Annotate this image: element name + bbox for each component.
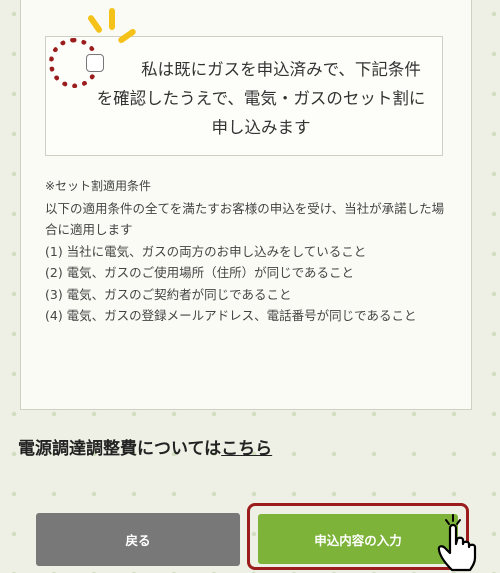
set-discount-conditions: ※セット割適用条件 以下の適用条件の全てを満たすお客様の申込を受け、当社が承諾し… [45,176,455,327]
hand-pointer-icon [437,514,477,572]
consent-label: 私は既にガスを申込済みで、下記条件を確認したうえで、電気・ガスのセット割に申し込… [96,60,426,137]
consent-box: 私は既にガスを申込済みで、下記条件を確認したうえで、電気・ガスのセット割に申し込… [45,36,443,156]
condition-item-2: (2) 電気、ガスのご使用場所（住所）が同じであること [45,265,355,280]
consent-checkbox[interactable] [86,54,104,72]
condition-item-4: (4) 電気、ガスの登録メールアドレス、電話番号が同じであること [45,308,417,323]
fee-info-text: 電源調達調整費については [18,439,222,459]
conditions-heading: ※セット割適用条件 [45,179,152,193]
back-button[interactable]: 戻る [36,513,240,566]
condition-item-3: (3) 電気、ガスのご契約者が同じであること [45,286,292,302]
condition-item-1: (1) 当社に電気、ガスの両方のお申し込みをしていること [45,243,367,259]
fee-info-link[interactable]: こちら [221,439,272,459]
enter-application-button[interactable]: 申込内容の入力 [258,514,458,564]
fee-info-line: 電源調達調整費についてはこちら [18,434,272,459]
conditions-intro: 以下の適用条件の全てを満たすお客様の申込を受け、当社が承諾した場合に適用します [45,200,445,238]
